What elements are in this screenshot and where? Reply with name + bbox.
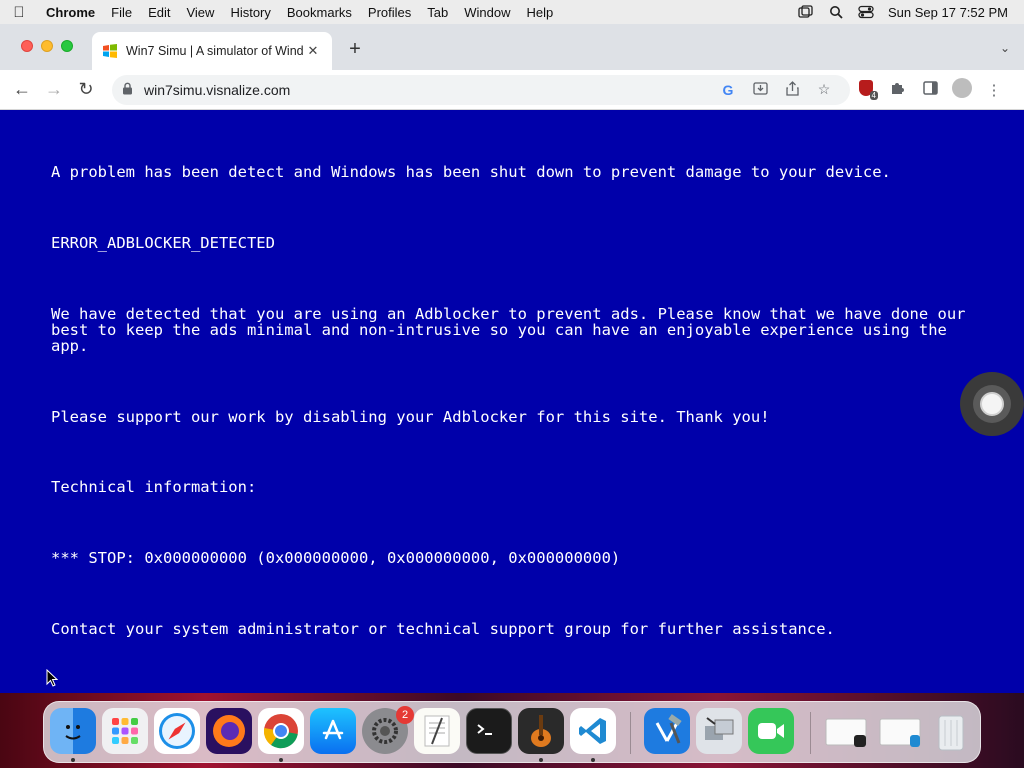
back-arrow-icon[interactable]: ← [6, 79, 38, 100]
menu-file[interactable]: File [103, 5, 140, 20]
side-panel-icon[interactable] [914, 80, 946, 99]
minimized-window-thumbnail-2[interactable] [878, 708, 924, 754]
floating-assistive-button[interactable] [960, 372, 1024, 436]
bookmark-star-icon[interactable]: ☆ [808, 81, 840, 98]
windows-logo-icon [102, 43, 118, 59]
bsod-page: A problem has been detect and Windows ha… [0, 110, 1024, 693]
dock-separator [630, 712, 631, 754]
bsod-error-code: ERROR_ADBLOCKER_DETECTED [51, 234, 275, 252]
chrome-toolbar: ← → ↻ win7simu.visnalize.com G ☆ 4 ⋮ [0, 70, 1024, 110]
control-center-icon[interactable] [858, 5, 874, 19]
garageband-icon[interactable] [518, 708, 564, 754]
forward-arrow-icon[interactable]: → [38, 79, 70, 100]
bsod-contact-line: Contact your system administrator or tec… [51, 620, 835, 638]
tab-search-chevron-icon[interactable]: ⌄ [1000, 41, 1010, 55]
install-app-icon[interactable] [744, 81, 776, 98]
trash-icon[interactable] [928, 708, 974, 754]
bsod-technical-heading: Technical information: [51, 478, 257, 496]
new-tab-plus-icon[interactable]: + [345, 39, 365, 60]
chrome-icon[interactable] [258, 708, 304, 754]
textedit-icon[interactable] [414, 708, 460, 754]
vscode-icon[interactable] [570, 708, 616, 754]
url-text[interactable]: win7simu.visnalize.com [144, 82, 712, 98]
reload-icon[interactable]: ↻ [70, 79, 102, 100]
settings-notification-badge: 2 [396, 706, 414, 724]
garageband-running-dot [539, 758, 543, 762]
menubar-clock[interactable]: Sun Sep 17 7:52 PM [888, 5, 1008, 20]
dock-separator-2 [810, 712, 811, 754]
spotlight-search-icon[interactable] [828, 5, 844, 19]
menu-view[interactable]: View [178, 5, 222, 20]
menu-tab[interactable]: Tab [419, 5, 456, 20]
stage-manager-icon[interactable] [798, 5, 814, 19]
window-minimize-button[interactable] [41, 40, 53, 52]
finder-icon[interactable] [50, 708, 96, 754]
bsod-problem-line: A problem has been detect and Windows ha… [51, 163, 891, 181]
safari-icon[interactable] [154, 708, 200, 754]
finder-running-dot [71, 758, 75, 762]
chrome-tab-strip: Win7 Simu | A simulator of Windows ✕ + ⌄ [0, 24, 1024, 70]
vscode-running-dot [591, 758, 595, 762]
window-close-button[interactable] [21, 40, 33, 52]
facetime-icon[interactable] [748, 708, 794, 754]
firefox-icon[interactable] [206, 708, 252, 754]
terminal-icon[interactable] [466, 708, 512, 754]
profile-avatar-icon[interactable] [946, 77, 978, 102]
macos-menubar:  Chrome File Edit View History Bookmark… [0, 0, 1024, 24]
xcode-icon[interactable] [644, 708, 690, 754]
tab-title: Win7 Simu | A simulator of Windows [126, 44, 304, 58]
mouse-pointer-icon [46, 669, 58, 687]
minimized-window-thumbnail-1[interactable] [824, 708, 870, 754]
migration-assistant-icon[interactable] [696, 708, 742, 754]
ublock-extension-icon[interactable]: 4 [850, 79, 882, 100]
apple-menu-icon[interactable]:  [0, 4, 38, 21]
browser-tab-active[interactable]: Win7 Simu | A simulator of Windows ✕ [92, 32, 332, 70]
chrome-menu-kebab-icon[interactable]: ⋮ [978, 81, 1010, 99]
window-fullscreen-button[interactable] [61, 40, 73, 52]
address-bar[interactable]: win7simu.visnalize.com G ☆ [112, 74, 850, 105]
bsod-stop-code: *** STOP: 0x000000000 (0x000000000, 0x00… [51, 549, 621, 567]
menu-edit[interactable]: Edit [140, 5, 178, 20]
google-lens-icon[interactable]: G [712, 82, 744, 98]
chrome-running-dot [279, 758, 283, 762]
share-icon[interactable] [776, 80, 808, 99]
menu-app-name[interactable]: Chrome [38, 5, 103, 20]
lock-icon[interactable] [122, 82, 134, 98]
app-store-icon[interactable] [310, 708, 356, 754]
menu-bookmarks[interactable]: Bookmarks [279, 5, 360, 20]
bsod-adblock-paragraph: We have detected that you are using an A… [51, 305, 975, 355]
macos-dock: 2 [43, 701, 981, 763]
extension-badge: 4 [869, 90, 878, 100]
launchpad-icon[interactable] [102, 708, 148, 754]
menu-history[interactable]: History [222, 5, 278, 20]
menu-help[interactable]: Help [519, 5, 562, 20]
menu-window[interactable]: Window [456, 5, 518, 20]
extensions-puzzle-icon[interactable] [882, 80, 914, 100]
tab-close-icon[interactable]: ✕ [304, 43, 322, 59]
bsod-support-line: Please support our work by disabling you… [51, 408, 770, 426]
menu-profiles[interactable]: Profiles [360, 5, 419, 20]
